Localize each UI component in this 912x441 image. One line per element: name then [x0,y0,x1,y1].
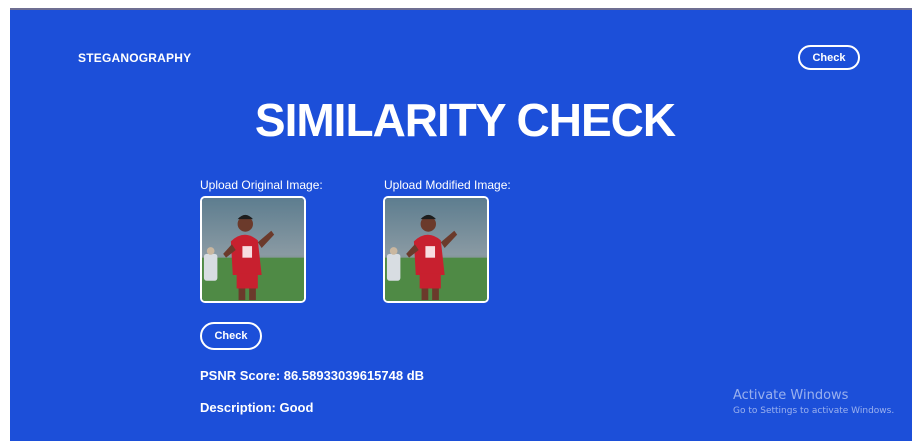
app-page: STEGANOGRAPHY Check SIMILARITY CHECK Upl… [10,8,912,441]
modified-image-upload[interactable] [383,196,489,303]
page-title: SIMILARITY CHECK [254,94,676,146]
header-check-button[interactable]: Check [798,45,860,70]
activate-windows-watermark: Activate Windows Go to Settings to activ… [733,388,894,416]
upload-original-label: Upload Original Image: [200,178,323,192]
activate-windows-title: Activate Windows [733,388,849,403]
brand-logo-text[interactable]: STEGANOGRAPHY [78,51,191,65]
description-text: Description: Good [200,400,314,415]
upload-modified-label: Upload Modified Image: [384,178,511,192]
psnr-score-text: PSNR Score: 86.58933039615748 dB [200,368,425,383]
check-button[interactable]: Check [200,322,262,350]
original-image-thumbnail [202,198,304,301]
activate-windows-subtitle: Go to Settings to activate Windows. [733,406,895,416]
modified-image-thumbnail [385,198,487,301]
original-image-upload[interactable] [200,196,306,303]
